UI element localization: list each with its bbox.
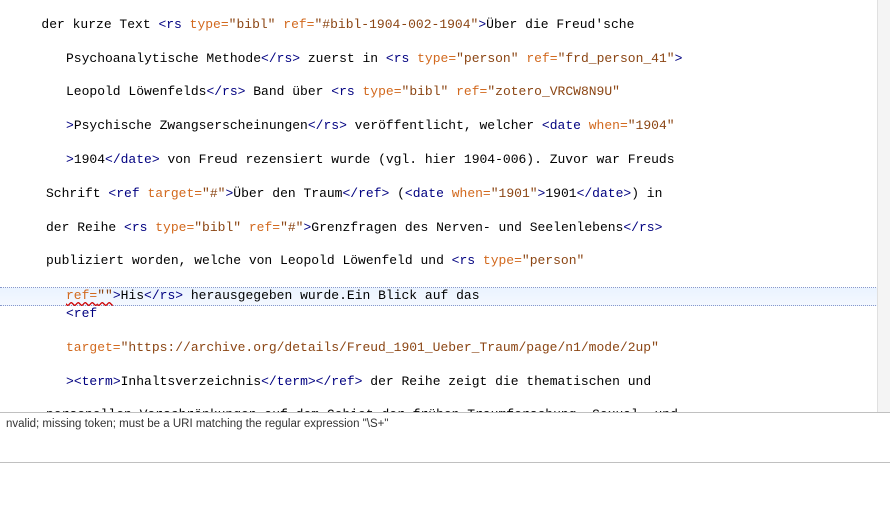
error-token: ref= — [66, 288, 97, 303]
validation-error-panel: nvalid; missing token; must be a URI mat… — [0, 412, 890, 444]
code-line: publiziert worden, welche von Leopold Lö… — [18, 253, 886, 270]
code-line: target="https://archive.org/details/Freu… — [18, 340, 886, 357]
code-line: >Psychische Zwangserscheinungen</rs> ver… — [18, 118, 886, 135]
code-line: <ref — [18, 306, 886, 323]
divider — [0, 462, 890, 463]
code-line-current: ref="">His</rs> herausgegeben wurde.Ein … — [0, 287, 890, 306]
code-line: >1904</date> von Freud rezensiert wurde … — [18, 152, 886, 169]
code-line: Schrift <ref target="#">Über den Traum</… — [18, 186, 886, 203]
code-line: Psychoanalytische Methode</rs> zuerst in… — [18, 51, 886, 68]
validation-error-message: nvalid; missing token; must be a URI mat… — [6, 418, 388, 430]
xml-editor[interactable]: der kurze Text <rs type="bibl" ref="#bib… — [0, 0, 890, 412]
code-line: personellen Verschränkungen auf dem Gebi… — [18, 407, 886, 412]
code-line: ><term>Inhaltsverzeichnis</term></ref> d… — [18, 374, 886, 391]
code-line: der Reihe <rs type="bibl" ref="#">Grenzf… — [18, 220, 886, 237]
code-line: der kurze Text <rs type="bibl" ref="#bib… — [18, 17, 886, 34]
code-line: Leopold Löwenfelds</rs> Band über <rs ty… — [18, 84, 886, 101]
scrollbar[interactable] — [877, 0, 890, 412]
